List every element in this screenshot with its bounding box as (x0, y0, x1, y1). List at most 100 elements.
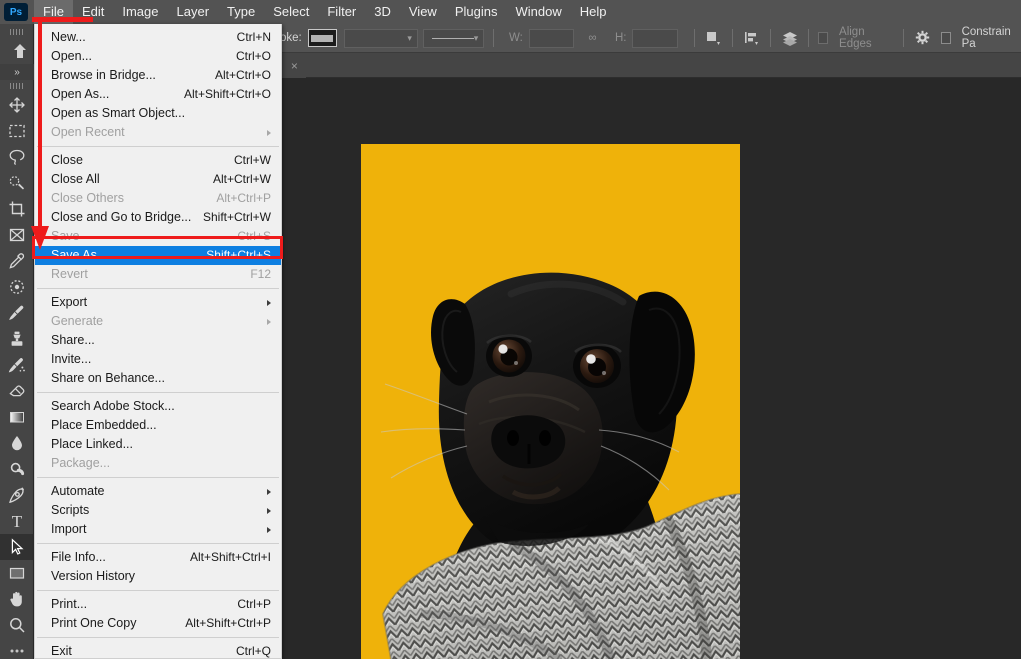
menu-item-new[interactable]: New...Ctrl+N (35, 28, 281, 47)
rectangular-marquee-tool[interactable] (0, 118, 34, 144)
menu-image[interactable]: Image (113, 0, 167, 24)
pug-photo (361, 144, 740, 659)
menu-item-label: File Info... (51, 548, 106, 567)
menu-item-label: Open Recent (51, 123, 125, 142)
gradient-tool[interactable] (0, 404, 34, 430)
height-input[interactable] (632, 29, 677, 48)
menu-item-close-all[interactable]: Close All Alt+Ctrl+W (35, 170, 281, 189)
menu-item-save-as[interactable]: Save As...Shift+Ctrl+S (35, 246, 281, 265)
menu-item-scripts[interactable]: Scripts (35, 501, 281, 520)
path-arrangement-icon[interactable] (780, 28, 799, 48)
menu-item-shortcut: Ctrl+N (237, 28, 271, 47)
brush-tool[interactable] (0, 300, 34, 326)
menu-item-place-linked[interactable]: Place Linked... (35, 435, 281, 454)
menu-item-label: Open As... (51, 85, 109, 104)
menu-item-invite[interactable]: Invite... (35, 350, 281, 369)
menu-item-label: Close All (51, 170, 100, 189)
horizontal-type-tool[interactable]: T (0, 508, 34, 534)
menu-item-close-and-go-to-bridge[interactable]: Close and Go to Bridge...Shift+Ctrl+W (35, 208, 281, 227)
menu-select[interactable]: Select (264, 0, 318, 24)
menu-separator (37, 543, 279, 544)
menu-layer[interactable]: Layer (168, 0, 219, 24)
rectangle-tool[interactable] (0, 560, 34, 586)
menu-item-version-history[interactable]: Version History (35, 567, 281, 586)
close-icon[interactable]: × (291, 59, 298, 73)
menu-item-close[interactable]: CloseCtrl+W (35, 151, 281, 170)
menu-item-open-as-smart-object[interactable]: Open as Smart Object... (35, 104, 281, 123)
hand-tool[interactable] (0, 586, 34, 612)
history-brush-tool[interactable] (0, 352, 34, 378)
path-alignment-icon[interactable] (742, 28, 761, 48)
submenu-arrow-icon (267, 508, 271, 514)
frame-tool[interactable] (0, 222, 34, 248)
menu-item-label: Share on Behance... (51, 369, 165, 388)
document-canvas[interactable] (361, 144, 740, 659)
menu-item-shortcut: Ctrl+Q (236, 642, 271, 659)
menu-plugins[interactable]: Plugins (446, 0, 507, 24)
menu-item-label: Import (51, 520, 86, 539)
menu-item-share-on-behance[interactable]: Share on Behance... (35, 369, 281, 388)
stroke-color-swatch[interactable] (308, 29, 337, 47)
menu-item-print[interactable]: Print...Ctrl+P (35, 595, 281, 614)
gear-icon[interactable] (913, 28, 932, 48)
blur-tool[interactable] (0, 430, 34, 456)
spot-healing-brush-tool[interactable] (0, 274, 34, 300)
menu-item-share[interactable]: Share... (35, 331, 281, 350)
dodge-tool[interactable] (0, 456, 34, 482)
menu-item-label: Print... (51, 595, 87, 614)
move-tool[interactable] (0, 92, 34, 118)
menu-item-import[interactable]: Import (35, 520, 281, 539)
menu-item-label: Revert (51, 265, 88, 284)
toolbar-top-arrow-icon (0, 38, 34, 64)
eyedropper-tool[interactable] (0, 248, 34, 274)
menu-item-open[interactable]: Open...Ctrl+O (35, 47, 281, 66)
menu-item-label: Close and Go to Bridge... (51, 208, 191, 227)
zoom-tool[interactable] (0, 612, 34, 638)
menu-item-shortcut: Alt+Ctrl+P (216, 189, 271, 208)
menu-item-search-adobe-stock[interactable]: Search Adobe Stock... (35, 397, 281, 416)
menu-item-print-one-copy[interactable]: Print One CopyAlt+Shift+Ctrl+P (35, 614, 281, 633)
menu-item-label: Open... (51, 47, 92, 66)
expand-toolbar-button[interactable]: » (0, 64, 34, 80)
eraser-tool[interactable] (0, 378, 34, 404)
menu-filter[interactable]: Filter (318, 0, 365, 24)
link-icon[interactable]: ∞ (588, 32, 596, 44)
lasso-tool[interactable] (0, 144, 34, 170)
path-operations-icon[interactable] (704, 28, 723, 48)
menu-item-label: Close (51, 151, 83, 170)
align-edges-checkbox[interactable] (818, 32, 828, 44)
crop-tool[interactable] (0, 196, 34, 222)
menu-item-label: Print One Copy (51, 614, 136, 633)
path-selection-tool[interactable] (0, 534, 34, 560)
edit-toolbar-tool[interactable] (0, 638, 34, 659)
menu-type[interactable]: Type (218, 0, 264, 24)
menu-separator (37, 590, 279, 591)
stroke-style-combo[interactable]: ▾ (423, 29, 485, 48)
stroke-width-combo[interactable]: ▾ (344, 29, 418, 48)
menu-help[interactable]: Help (571, 0, 616, 24)
menu-item-export[interactable]: Export (35, 293, 281, 312)
menu-window[interactable]: Window (506, 0, 570, 24)
menu-bar: Ps FileEditImageLayerTypeSelectFilter3DV… (0, 0, 1021, 24)
width-label: W: (509, 32, 523, 44)
clone-stamp-tool[interactable] (0, 326, 34, 352)
menu-item-automate[interactable]: Automate (35, 482, 281, 501)
menu-item-file-info[interactable]: File Info...Alt+Shift+Ctrl+I (35, 548, 281, 567)
menu-item-close-others: Close OthersAlt+Ctrl+P (35, 189, 281, 208)
quick-selection-tool[interactable] (0, 170, 34, 196)
width-input[interactable] (529, 29, 574, 48)
menu-item-exit[interactable]: ExitCtrl+Q (35, 642, 281, 659)
menu-item-open-as[interactable]: Open As...Alt+Shift+Ctrl+O (35, 85, 281, 104)
menu-view[interactable]: View (400, 0, 446, 24)
pen-tool[interactable] (0, 482, 34, 508)
menu-item-shortcut: Alt+Ctrl+W (213, 170, 271, 189)
toolbar-drag-handle[interactable] (0, 26, 34, 38)
toolbar-separator-grip (0, 80, 34, 92)
constrain-path-label: Constrain Pa (962, 26, 1015, 50)
menu-item-browse-in-bridge[interactable]: Browse in Bridge...Alt+Ctrl+O (35, 66, 281, 85)
file-dropdown-menu[interactable]: New...Ctrl+NOpen...Ctrl+OBrowse in Bridg… (34, 24, 282, 659)
constrain-path-checkbox[interactable] (941, 32, 951, 44)
menu-3d[interactable]: 3D (365, 0, 400, 24)
menu-separator (37, 146, 279, 147)
menu-item-place-embedded[interactable]: Place Embedded... (35, 416, 281, 435)
